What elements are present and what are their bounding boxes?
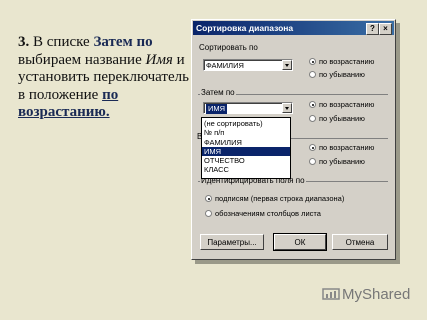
dropdown-option[interactable]: КЛАСС [202,165,290,174]
then-by-value: ИМЯ [206,104,228,114]
then-by-label: Затем по [200,88,236,97]
step-number: 3. [18,34,30,50]
watermark-logo: MyShared [322,286,410,303]
radio-dot-icon [309,158,316,165]
help-button[interactable]: ? [366,23,379,35]
then-by-desc-label: по убыванию [319,114,365,123]
sort-by-desc-radio[interactable]: по убыванию [309,70,365,79]
watermark-text: MyShared [342,286,411,303]
slide-instruction: 3. В списке Затем по выбираем название И… [18,34,190,122]
identify-header-radio[interactable]: подписям (первая строка диапазона) [205,194,344,203]
radio-dot-icon [205,195,212,202]
then-by-desc-radio[interactable]: по убыванию [309,114,365,123]
sort-by-desc-label: по убыванию [319,70,365,79]
then-by2-asc-label: по возрастанию [319,143,375,152]
identify-columns-label: обозначениям столбцов листа [215,209,321,218]
text-then-by: Затем по [93,34,153,50]
radio-dot-icon [309,58,316,65]
then-by-dropdown-list: (не сортировать) № п/п ФАМИЛИЯ ИМЯ ОТЧЕС… [201,117,291,179]
ok-button[interactable]: ОК [273,233,327,251]
then-by-combo[interactable]: ИМЯ [203,102,293,114]
dropdown-option[interactable]: ФАМИЛИЯ [202,138,290,147]
presentation-chart-icon [322,288,340,300]
identify-columns-radio[interactable]: обозначениям столбцов листа [205,209,321,218]
sort-by-asc-label: по возрастанию [319,57,375,66]
radio-dot-icon [309,144,316,151]
radio-dot-icon [309,115,316,122]
chevron-down-icon[interactable] [282,60,292,70]
then-by2-desc-label: по убыванию [319,157,365,166]
text-name: Имя [145,51,173,68]
then-by-asc-radio[interactable]: по возрастанию [309,100,374,109]
identify-header-label: подписям (первая строка диапазона) [215,194,345,203]
dropdown-option[interactable]: (не сортировать) [202,119,290,128]
cancel-button[interactable]: Отмена [332,234,388,250]
dropdown-option[interactable]: ОТЧЕСТВО [202,156,290,165]
sort-by-value: ФАМИЛИЯ [206,61,244,70]
radio-dot-icon [309,101,316,108]
dropdown-option[interactable]: № п/п [202,128,290,137]
sort-by-label: Сортировать по [198,43,259,52]
radio-dot-icon [205,210,212,217]
radio-dot-icon [309,71,316,78]
dialog-titlebar: Сортировка диапазона ? × [193,21,394,35]
text-part-1: В списке [29,34,94,50]
close-button[interactable]: × [379,23,392,35]
text-part-2: выбираем название [18,51,146,68]
then-by2-asc-radio[interactable]: по возрастанию [309,143,374,152]
chevron-down-icon[interactable] [282,103,292,113]
sort-by-asc-radio[interactable]: по возрастанию [309,57,374,66]
then-by2-desc-radio[interactable]: по убыванию [309,157,365,166]
dialog-title: Сортировка диапазона [196,23,294,33]
sort-by-combo[interactable]: ФАМИЛИЯ [203,59,293,71]
then-by-asc-label: по возрастанию [319,100,375,109]
dropdown-option-selected[interactable]: ИМЯ [202,146,290,157]
parameters-button[interactable]: Параметры... [200,234,264,250]
